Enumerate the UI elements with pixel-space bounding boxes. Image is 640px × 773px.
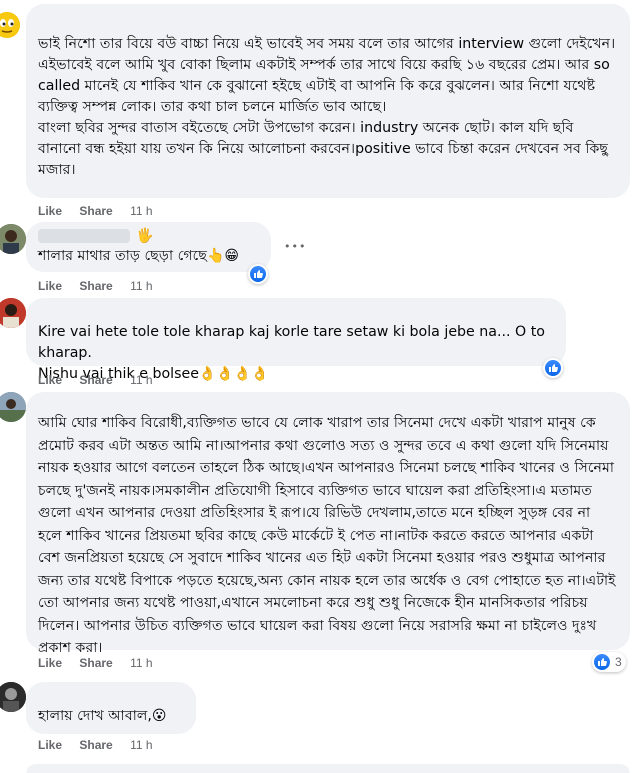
profile-photo-icon xyxy=(0,298,26,328)
comment-text: আমি ঘোর শাকিব বিরোধী,ব্যক্তিগত ভাবে যে ল… xyxy=(38,415,621,656)
reaction-count: 3 xyxy=(615,655,622,669)
emoji-avatar-icon xyxy=(0,13,19,37)
share-button[interactable]: Share xyxy=(79,373,112,387)
timestamp[interactable]: 11 h xyxy=(130,373,152,387)
comment-bubble: হালায় দোখ আবাল,😮 xyxy=(26,682,196,734)
timestamp[interactable]: 11 h xyxy=(130,656,152,670)
comment-bubble: Kire vai hete tole tole kharap kaj korle… xyxy=(26,298,566,382)
like-button[interactable]: Like xyxy=(38,656,62,670)
comment-actions: Like Share 11 h xyxy=(38,204,167,218)
reaction-summary[interactable] xyxy=(248,264,268,284)
like-button[interactable]: Like xyxy=(38,279,62,293)
more-options-button[interactable]: ••• xyxy=(284,240,306,253)
timestamp[interactable]: 11 h xyxy=(130,279,152,293)
avatar[interactable] xyxy=(0,392,26,422)
avatar[interactable] xyxy=(0,682,26,712)
profile-photo-icon xyxy=(0,224,26,254)
comment-1: ভাই নিশো তার বিয়ে বউ বাচ্চা নিয়ে এই ভা… xyxy=(0,0,640,222)
share-button[interactable]: Share xyxy=(79,738,112,752)
profile-photo-icon xyxy=(0,682,26,712)
comment-text: ভাই নিশো তার বিয়ে বউ বাচ্চা নিয়ে এই ভা… xyxy=(38,36,616,178)
like-button[interactable]: Like xyxy=(38,738,62,752)
comment-bubble: আমি ঘোর শাকিব বিরোধী,ব্যক্তিগত ভাবে যে ল… xyxy=(26,392,630,656)
like-button[interactable]: Like xyxy=(38,204,62,218)
share-button[interactable]: Share xyxy=(79,279,112,293)
next-comment-bubble xyxy=(26,764,630,773)
comment-actions: Like Share 11 h xyxy=(38,656,167,670)
avatar[interactable] xyxy=(0,224,26,254)
like-reaction-icon xyxy=(250,266,266,282)
comment-actions: Like Share 11 h xyxy=(38,738,167,752)
share-button[interactable]: Share xyxy=(79,656,112,670)
comment-actions: Like Share 11 h xyxy=(38,279,167,293)
comments-feed: ভাই নিশো তার বিয়ে বউ বাচ্চা নিয়ে এই ভা… xyxy=(0,0,640,773)
like-reaction-icon xyxy=(545,360,561,376)
comment-actions: Like Share 11 h xyxy=(38,373,167,387)
comment-5: হালায় দোখ আবাল,😮 Like Share 11 h xyxy=(0,680,640,773)
timestamp[interactable]: 11 h xyxy=(130,204,152,218)
comment-bubble: 🖐 শালার মাথার তাড় ছেড়া গেছে👆😁 xyxy=(26,222,271,272)
comment-3: Kire vai hete tole tole kharap kaj korle… xyxy=(0,296,640,392)
reaction-summary[interactable]: 3 xyxy=(592,652,626,672)
profile-photo-icon xyxy=(0,392,26,422)
hand-emoji-icon: 🖐 xyxy=(136,228,154,244)
share-button[interactable]: Share xyxy=(79,204,112,218)
author-name-redacted[interactable] xyxy=(38,229,130,243)
timestamp[interactable]: 11 h xyxy=(130,738,152,752)
like-reaction-icon xyxy=(594,654,610,670)
like-button[interactable]: Like xyxy=(38,373,62,387)
comment-4: আমি ঘোর শাকিব বিরোধী,ব্যক্তিগত ভাবে যে ল… xyxy=(0,390,640,680)
avatar[interactable] xyxy=(0,12,20,38)
comment-text: হালায় দোখ আবাল,😮 xyxy=(38,708,167,724)
comment-2: 🖐 শালার মাথার তাড় ছেড়া গেছে👆😁 ••• Like… xyxy=(0,222,640,298)
avatar[interactable] xyxy=(0,298,26,328)
reaction-summary[interactable] xyxy=(543,358,563,378)
comment-text: শালার মাথার তাড় ছেড়া গেছে👆😁 xyxy=(38,248,240,264)
comment-bubble: ভাই নিশো তার বিয়ে বউ বাচ্চা নিয়ে এই ভা… xyxy=(26,4,630,198)
